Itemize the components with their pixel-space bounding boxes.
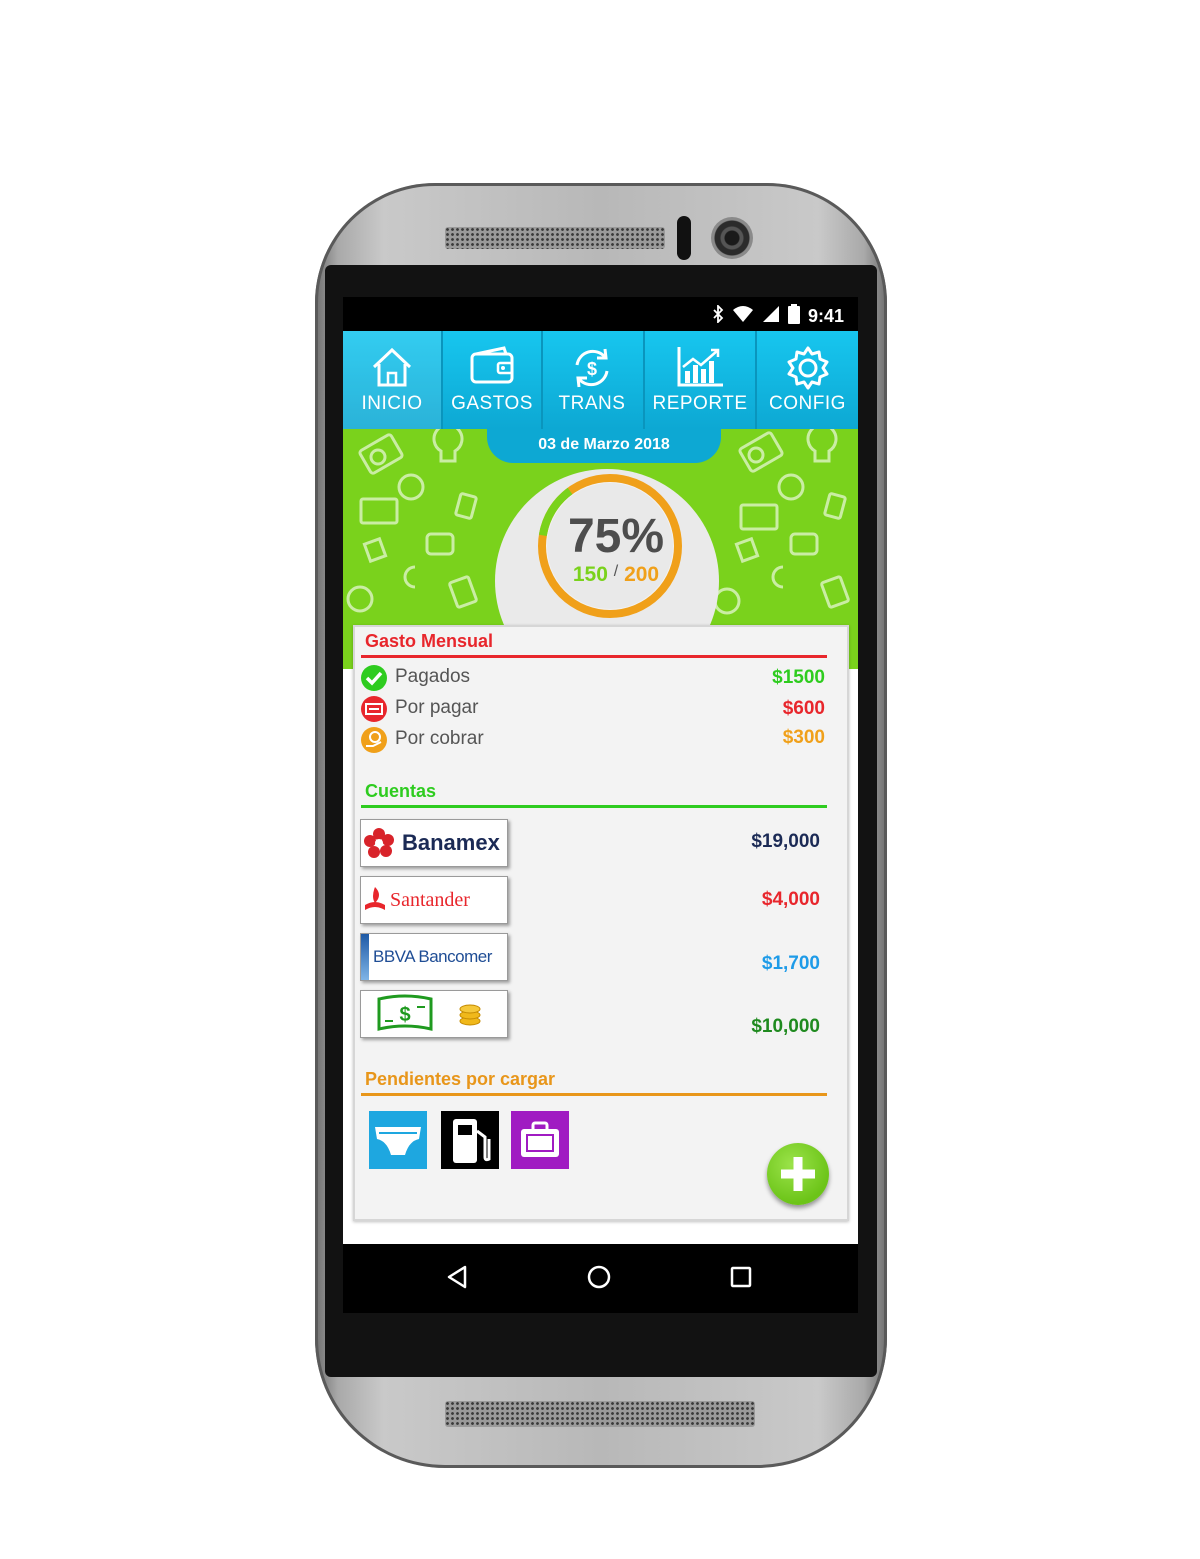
santander-name: Santander xyxy=(390,889,470,911)
back-icon[interactable] xyxy=(445,1264,469,1290)
proximity-sensor xyxy=(677,216,691,260)
por-pagar-value: $600 xyxy=(782,698,825,719)
por-cobrar-label: Por cobrar xyxy=(395,728,484,749)
bbva-account[interactable]: BBVA Bancomer xyxy=(360,933,508,981)
banamex-logo-icon xyxy=(364,828,394,858)
recents-icon[interactable] xyxy=(729,1264,753,1290)
fuel-icon xyxy=(453,1119,491,1163)
gasto-mensual-divider xyxy=(361,655,827,658)
cuentas-title: Cuentas xyxy=(365,781,437,801)
pending-diaper[interactable] xyxy=(369,1111,427,1169)
santander-balance: $4,000 xyxy=(761,889,820,910)
por-cobrar-value: $300 xyxy=(782,727,825,748)
cash-account[interactable]: $ xyxy=(360,990,508,1038)
tab-inicio[interactable]: INICIO xyxy=(343,331,441,429)
cash-bill-icon: $ xyxy=(377,994,433,1031)
diaper-icon xyxy=(375,1127,421,1155)
status-bar: 9:41 xyxy=(343,297,858,331)
tab-reporte[interactable]: REPORTE xyxy=(645,331,755,429)
tab-gastos-label: GASTOS xyxy=(451,393,533,414)
svg-text:$: $ xyxy=(399,1004,410,1026)
coin-hand-icon xyxy=(361,727,387,753)
svg-text:$: $ xyxy=(587,359,597,379)
home-button-icon[interactable] xyxy=(586,1264,612,1290)
home-icon xyxy=(372,347,412,387)
report-icon xyxy=(677,347,723,387)
gear-icon xyxy=(787,346,828,390)
progress-current: 150 xyxy=(572,563,608,586)
wifi-icon xyxy=(732,305,754,328)
pendientes-title: Pendientes por cargar xyxy=(365,1069,556,1089)
progress-separator: / xyxy=(613,563,619,580)
tab-gastos[interactable]: GASTOS xyxy=(443,331,541,429)
coins-icon xyxy=(459,1004,481,1026)
santander-flame-icon xyxy=(365,887,385,910)
gasto-mensual-title: Gasto Mensual xyxy=(365,631,494,651)
bill-icon xyxy=(361,696,387,722)
system-navigation-bar xyxy=(343,1244,858,1313)
check-icon xyxy=(361,665,387,691)
top-navigation: INICIO GASTOS $ TRANS REPORTE CONFIG xyxy=(343,331,858,429)
battery-icon xyxy=(787,304,800,329)
plus-icon xyxy=(781,1157,815,1191)
briefcase-icon xyxy=(521,1121,559,1157)
bbva-balance: $1,700 xyxy=(761,953,820,974)
tab-reporte-label: REPORTE xyxy=(652,393,748,414)
santander-account[interactable]: Santander xyxy=(360,876,508,924)
add-button[interactable] xyxy=(767,1143,829,1205)
bbva-name: BBVA Bancomer xyxy=(373,947,492,966)
banamex-name: Banamex xyxy=(402,830,500,855)
bluetooth-icon xyxy=(712,303,724,328)
progress-total: 200 xyxy=(624,563,660,586)
pending-fuel[interactable] xyxy=(441,1111,499,1169)
progress-fraction: 150 / 200 xyxy=(551,563,681,587)
speaker-grille xyxy=(445,1401,755,1427)
bbva-stripe-icon xyxy=(361,934,369,980)
pending-travel[interactable] xyxy=(511,1111,569,1169)
transfer-icon: $ xyxy=(575,348,609,388)
cash-balance: $10,000 xyxy=(751,1016,820,1037)
tab-inicio-label: INICIO xyxy=(361,393,423,414)
pagados-label: Pagados xyxy=(395,666,471,687)
pagados-value: $1500 xyxy=(772,667,825,688)
signal-icon xyxy=(762,305,780,328)
pendientes-divider xyxy=(361,1093,827,1096)
tab-trans-label: TRANS xyxy=(558,393,626,414)
banamex-account[interactable]: Banamex xyxy=(360,819,508,867)
tab-config-label: CONFIG xyxy=(769,393,846,414)
wallet-icon xyxy=(470,346,514,384)
clock-text: 9:41 xyxy=(807,306,844,326)
front-camera xyxy=(711,217,753,259)
app-screen: 9:41 INICIO GASTOS $ TRANS REPORTE CONFI… xyxy=(343,297,858,1313)
tab-config[interactable]: CONFIG xyxy=(757,331,858,429)
por-pagar-label: Por pagar xyxy=(395,697,479,718)
summary-card: Gasto Mensual Pagados $1500 Por pagar $6… xyxy=(353,625,849,1221)
tab-trans[interactable]: $ TRANS xyxy=(543,331,641,429)
banamex-balance: $19,000 xyxy=(751,831,820,852)
date-tab: 03 de Marzo 2018 xyxy=(487,429,721,463)
progress-percent: 75% xyxy=(567,510,665,563)
earpiece-grille xyxy=(445,227,665,249)
cuentas-divider xyxy=(361,805,827,808)
